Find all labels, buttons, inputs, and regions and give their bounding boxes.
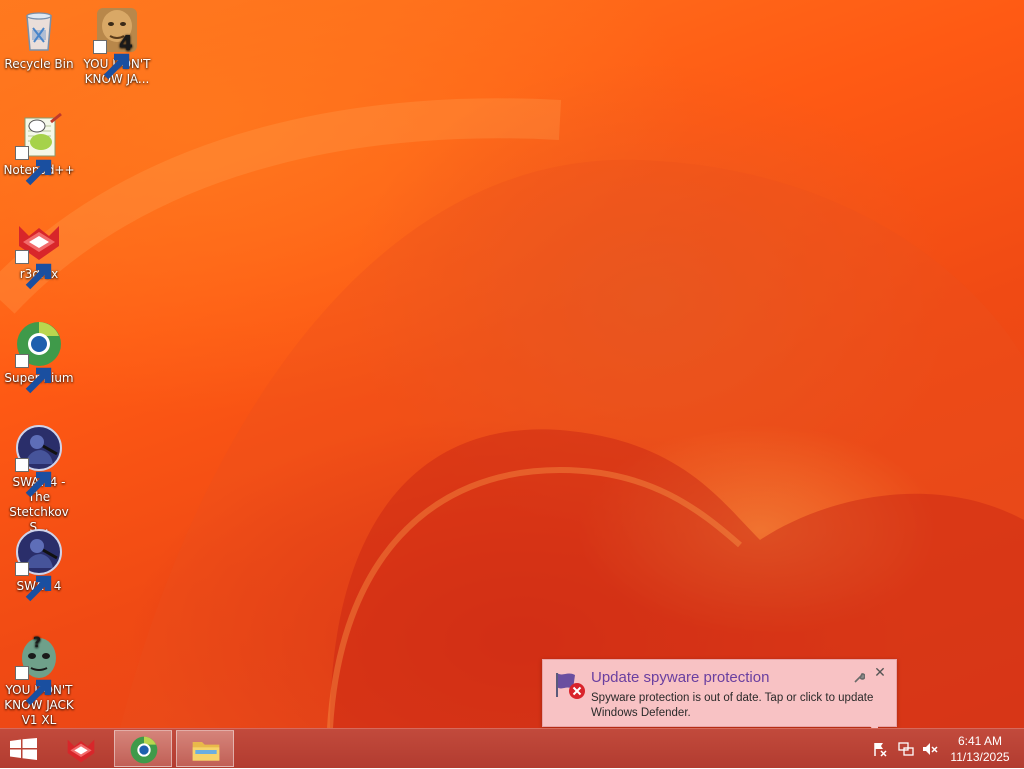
shortcut-arrow-icon bbox=[15, 354, 52, 394]
wrench-icon[interactable] bbox=[853, 669, 866, 683]
wallpaper-swirl bbox=[0, 98, 1024, 728]
swat-4-stetchkov-icon bbox=[15, 424, 63, 498]
clock-date: 11/13/2025 bbox=[950, 750, 1010, 764]
desktop: Recycle Bin 4 YOU DON'T KNOW JA... Notep… bbox=[0, 0, 1024, 728]
you-dont-know-jack-v1-xl-icon: ? bbox=[15, 632, 63, 706]
file-explorer-icon bbox=[192, 742, 220, 761]
desktop-icon-recycle-bin[interactable]: Recycle Bin bbox=[1, 6, 77, 72]
close-icon[interactable]: ✕ bbox=[873, 666, 887, 680]
desktop-icon-label: Recycle Bin bbox=[4, 57, 74, 71]
windows-defender-error-icon bbox=[553, 669, 587, 701]
svg-text:?: ? bbox=[33, 635, 41, 651]
network-icon[interactable] bbox=[898, 741, 914, 757]
notepad-plus-plus-icon bbox=[15, 112, 63, 186]
shortcut-arrow-icon bbox=[15, 666, 52, 706]
start-button[interactable] bbox=[0, 729, 48, 769]
shortcut-arrow-icon bbox=[15, 146, 52, 186]
notification-title: Update spyware protection bbox=[591, 669, 770, 686]
taskbar-app-supermium[interactable] bbox=[114, 730, 172, 767]
r3dfox-icon bbox=[67, 739, 95, 763]
taskbar: 6:41 AM 11/13/2025 bbox=[0, 728, 1024, 768]
desktop-icon-swat-4-stetchkov[interactable]: SWAT 4 - The Stetchkov S... bbox=[1, 424, 77, 535]
taskbar-app-r3dfox[interactable] bbox=[52, 730, 110, 767]
supermium-icon bbox=[130, 736, 158, 764]
taskbar-app-file-explorer[interactable] bbox=[176, 730, 234, 767]
r3dfox-icon bbox=[15, 216, 63, 290]
volume-muted-icon[interactable] bbox=[922, 741, 938, 757]
desktop-icon-swat-4[interactable]: SWAT 4 bbox=[1, 528, 77, 602]
supermium-icon bbox=[15, 320, 63, 394]
shortcut-arrow-icon bbox=[15, 250, 52, 290]
desktop-icon-notepad-plus-plus[interactable]: Notepad++ bbox=[1, 112, 77, 186]
recycle-bin-icon bbox=[15, 6, 63, 54]
clock-time: 6:41 AM bbox=[957, 734, 1003, 748]
swat-4-icon bbox=[15, 528, 63, 602]
shortcut-arrow-icon bbox=[15, 562, 52, 602]
notification-toast[interactable]: Update spyware protection Spyware protec… bbox=[542, 659, 897, 727]
shortcut-arrow-icon bbox=[93, 40, 130, 80]
you-dont-know-jack-4-icon: 4 bbox=[93, 6, 141, 80]
desktop-icon-you-dont-know-jack-4[interactable]: 4 YOU DON'T KNOW JA... bbox=[79, 6, 155, 87]
shortcut-arrow-icon bbox=[15, 458, 52, 498]
desktop-icon-r3dfox[interactable]: r3dfox bbox=[1, 216, 77, 290]
desktop-icon-you-dont-know-jack-v1-xl[interactable]: ? YOU DON'T KNOW JACK V1 XL bbox=[1, 632, 77, 728]
taskbar-clock[interactable]: 6:41 AM 11/13/2025 bbox=[942, 733, 1018, 765]
desktop-icon-supermium[interactable]: Supermium bbox=[1, 320, 77, 394]
windows-logo-icon bbox=[10, 738, 37, 760]
notification-message: Spyware protection is out of date. Tap o… bbox=[591, 692, 874, 719]
action-center-flag-icon[interactable] bbox=[872, 741, 888, 757]
